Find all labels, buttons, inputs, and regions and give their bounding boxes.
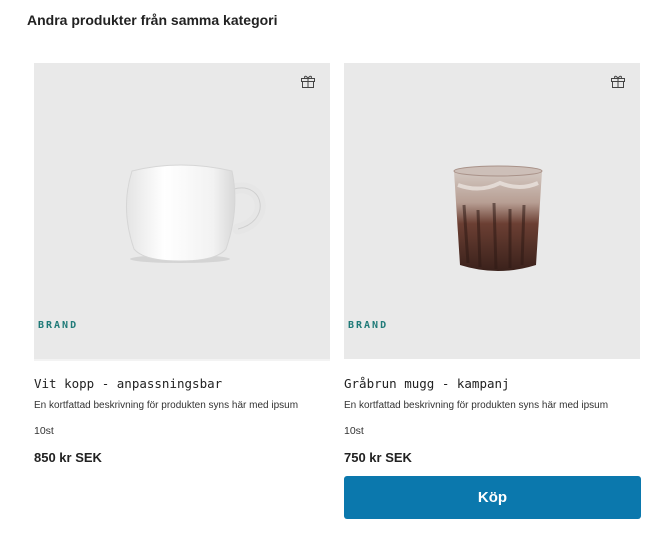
- product-image-box[interactable]: BRAND: [344, 63, 640, 359]
- white-cup-image[interactable]: [122, 159, 272, 265]
- product-card[interactable]: BRAND Vit kopp - anpassningsbar En kortf…: [34, 63, 330, 465]
- product-card[interactable]: BRAND Gråbrun mugg - kampanj En kortfatt…: [344, 63, 641, 519]
- brand-logo: BRAND: [348, 320, 389, 331]
- buy-button[interactable]: Köp: [344, 476, 641, 519]
- brand-logo: BRAND: [38, 320, 79, 331]
- product-description: En kortfattad beskrivning för produkten …: [34, 400, 299, 411]
- product-price: 750 kr SEK: [344, 450, 412, 465]
- product-name[interactable]: Vit kopp - anpassningsbar: [34, 376, 222, 391]
- brown-mug-image[interactable]: [450, 165, 546, 277]
- gift-icon[interactable]: [610, 73, 626, 89]
- product-name[interactable]: Gråbrun mugg - kampanj: [344, 376, 510, 391]
- section-title: Andra produkter från samma kategori: [27, 12, 278, 28]
- product-quantity: 10st: [344, 425, 364, 437]
- product-image-box[interactable]: BRAND: [34, 63, 330, 361]
- product-quantity: 10st: [34, 425, 54, 437]
- product-price: 850 kr SEK: [34, 450, 102, 465]
- product-description: En kortfattad beskrivning för produkten …: [344, 400, 609, 411]
- gift-icon[interactable]: [300, 73, 316, 89]
